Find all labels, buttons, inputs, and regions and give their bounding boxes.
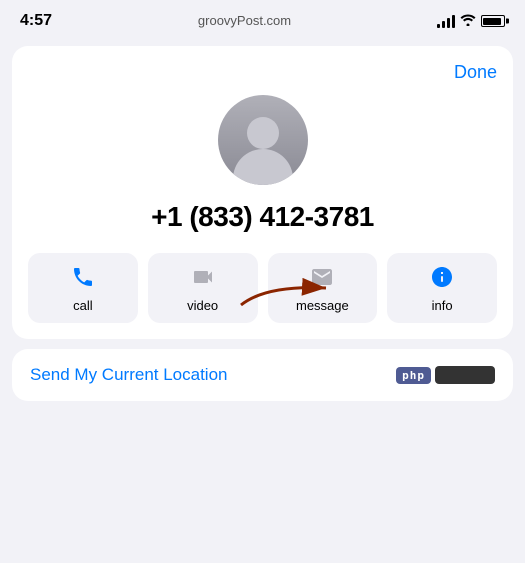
signal-bars-icon	[437, 15, 455, 28]
video-button[interactable]: video	[148, 253, 258, 323]
avatar	[218, 95, 308, 185]
status-icons	[437, 13, 505, 29]
video-icon	[191, 265, 215, 293]
status-time: 4:57	[20, 12, 52, 30]
message-icon	[310, 265, 334, 293]
done-row: Done	[28, 62, 497, 83]
avatar-container	[28, 95, 497, 185]
send-location-button[interactable]: Send My Current Location php	[12, 349, 513, 401]
message-label: message	[296, 298, 349, 313]
php-logo-box: php	[396, 367, 431, 384]
bottom-section: Send My Current Location php	[12, 349, 513, 401]
done-button[interactable]: Done	[454, 62, 497, 83]
status-bar: 4:57 groovyPost.com	[0, 0, 525, 38]
phone-icon	[71, 265, 95, 293]
info-button[interactable]: info	[387, 253, 497, 323]
avatar-head	[247, 117, 279, 149]
wifi-icon	[460, 13, 476, 29]
phone-number: +1 (833) 412-3781	[28, 201, 497, 233]
message-button[interactable]: message	[268, 253, 378, 323]
avatar-body	[233, 149, 293, 185]
battery-icon	[481, 15, 505, 27]
call-label: call	[73, 298, 93, 313]
info-label: info	[432, 298, 453, 313]
send-location-label: Send My Current Location	[30, 365, 228, 385]
action-row: call video	[28, 253, 497, 323]
video-label: video	[187, 298, 218, 313]
call-button[interactable]: call	[28, 253, 138, 323]
contact-card: Done +1 (833) 412-3781	[12, 46, 513, 339]
card-area: Done +1 (833) 412-3781	[0, 38, 525, 563]
dark-bar	[435, 366, 495, 384]
screen: 4:57 groovyPost.com	[0, 0, 525, 563]
php-logo: php	[396, 366, 495, 384]
watermark: groovyPost.com	[198, 11, 291, 32]
info-icon	[430, 265, 454, 293]
avatar-person	[233, 117, 293, 185]
